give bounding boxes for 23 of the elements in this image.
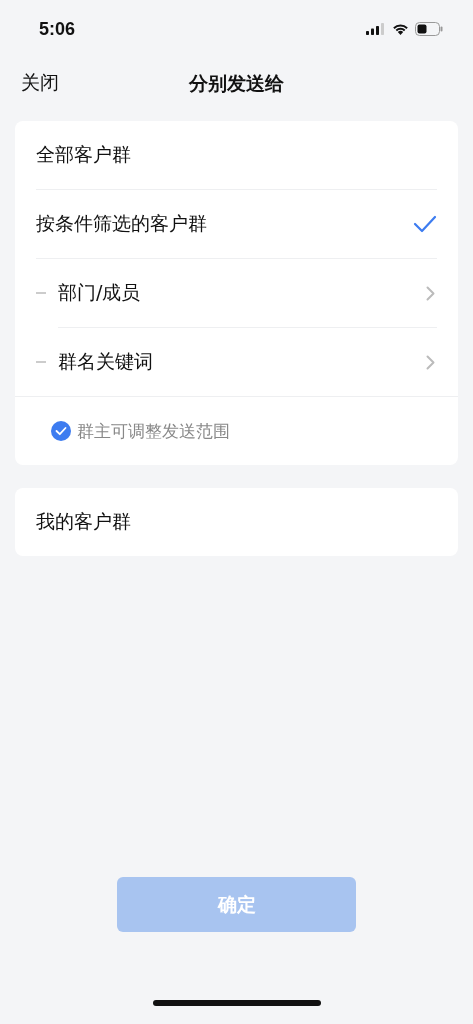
- status-time: 5:06: [39, 18, 76, 40]
- option-row[interactable]: 全部客户群: [36, 121, 437, 189]
- dash-icon: [36, 361, 46, 363]
- chevron-icon: [426, 354, 435, 370]
- chevron-icon: [426, 285, 435, 301]
- dash-icon: [36, 292, 46, 294]
- filter-row[interactable]: 部门/成员: [36, 258, 437, 327]
- option-label: 我的客户群: [36, 509, 132, 534]
- signal-icon: [366, 23, 386, 35]
- battery-icon: [415, 22, 443, 36]
- wifi-icon: [392, 23, 409, 35]
- filter-label: 群名关键词: [58, 349, 154, 374]
- checkbox-label: 群主可调整发送范围: [77, 419, 230, 443]
- option-label: 全部客户群: [36, 142, 132, 167]
- filter-label: 部门/成员: [58, 280, 142, 305]
- checkbox[interactable]: [51, 421, 71, 441]
- close-button[interactable]: 关闭: [21, 70, 59, 96]
- option-label: 按条件筛选的客户群: [36, 211, 208, 236]
- option-row[interactable]: 按条件筛选的客户群: [36, 189, 437, 258]
- option-row[interactable]: 我的客户群: [36, 488, 437, 556]
- filter-row[interactable]: 群名关键词: [58, 327, 437, 396]
- checkmark-icon: [413, 215, 437, 233]
- page-title: 分别发送给: [189, 71, 284, 96]
